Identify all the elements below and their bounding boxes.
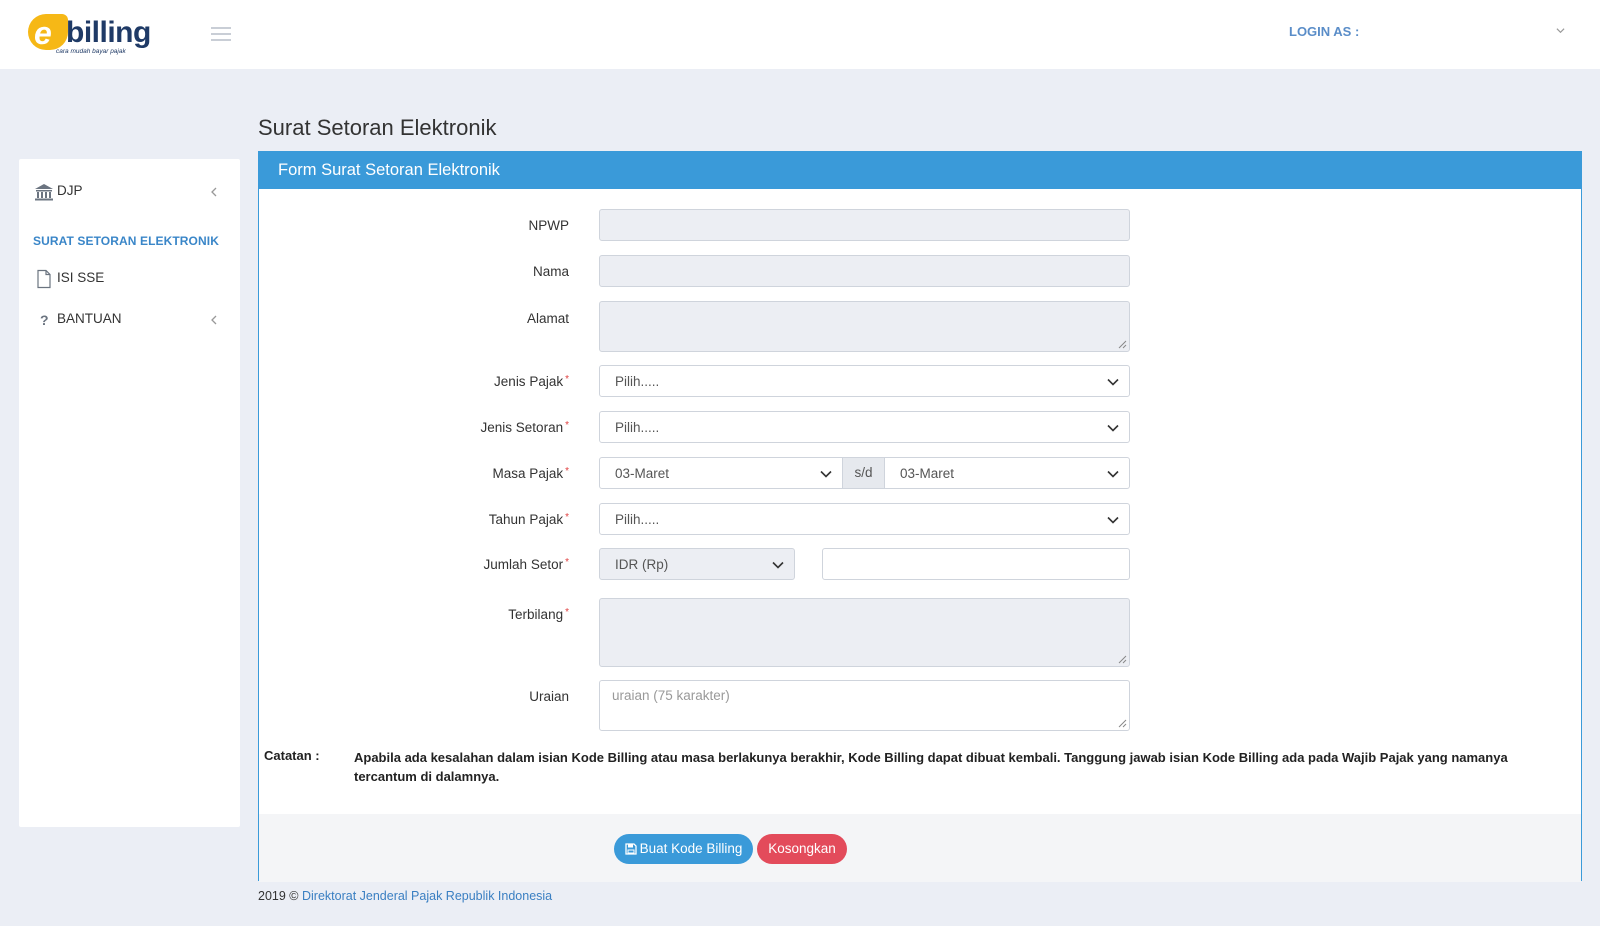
svg-text:?: ? <box>40 312 49 328</box>
jenis-pajak-label: Jenis Pajak * <box>494 374 569 389</box>
masa-pajak-to-select[interactable]: 03-Maret <box>884 457 1130 489</box>
masa-pajak-range-separator: s/d <box>842 457 885 489</box>
logo-e-mark: e <box>28 14 68 51</box>
alamat-label: Alamat <box>526 311 569 326</box>
sidebar-item-label: DJP <box>57 183 83 198</box>
nama-label: Nama <box>532 264 569 279</box>
masa-pajak-from-select[interactable]: 03-Maret <box>599 457 843 489</box>
form-actions: Buat Kode Billing Kosongkan <box>259 814 1581 882</box>
alamat-textarea[interactable] <box>599 301 1130 352</box>
sidebar-item-isi-sse[interactable]: ISI SSE <box>19 267 240 291</box>
chevron-down-icon <box>1107 378 1119 386</box>
uraian-label: Uraian <box>529 689 569 704</box>
jenis-setoran-select[interactable]: Pilih..... <box>599 411 1130 443</box>
jumlah-setor-label: Jumlah Setor * <box>483 557 569 572</box>
ebilling-logo[interactable]: e billing cara mudah bayar pajak <box>28 12 168 58</box>
resize-grip-icon[interactable] <box>1118 655 1127 664</box>
sidebar-section-title: SURAT SETORAN ELEKTRONIK <box>33 234 219 248</box>
chevron-down-icon <box>820 470 832 478</box>
npwp-field[interactable] <box>599 209 1130 241</box>
note-label: Catatan : <box>264 748 320 763</box>
footer-org-link[interactable]: Direktorat Jenderal Pajak Republik Indon… <box>302 889 552 903</box>
resize-grip-icon[interactable] <box>1118 340 1127 349</box>
terbilang-textarea[interactable] <box>599 598 1130 667</box>
login-as-label[interactable]: LOGIN AS : <box>1289 24 1359 39</box>
chevron-down-icon <box>1107 516 1119 524</box>
footer-year: 2019 © <box>258 889 299 903</box>
uraian-textarea[interactable]: uraian (75 karakter) <box>599 680 1130 731</box>
masa-pajak-label: Masa Pajak * <box>492 466 569 481</box>
file-icon <box>37 269 51 289</box>
top-navbar: e billing cara mudah bayar pajak LOGIN A… <box>0 0 1600 69</box>
jenis-pajak-select[interactable]: Pilih..... <box>599 365 1130 397</box>
chevron-down-icon <box>1107 470 1119 478</box>
sidebar-item-djp[interactable]: DJP <box>19 180 240 204</box>
resize-grip-icon[interactable] <box>1118 719 1127 728</box>
logo-wordmark: billing <box>66 16 151 49</box>
sidebar-item-label: BANTUAN <box>57 311 122 326</box>
jumlah-setor-input[interactable] <box>822 548 1130 580</box>
page-title: Surat Setoran Elektronik <box>258 115 497 140</box>
chevron-down-icon <box>772 561 784 569</box>
npwp-label: NPWP <box>528 218 570 233</box>
terbilang-label: Terbilang * <box>508 607 569 622</box>
question-icon: ? <box>40 312 49 328</box>
tahun-pajak-select[interactable]: Pilih..... <box>599 503 1130 535</box>
panel-header: Form Surat Setoran Elektronik <box>259 152 1581 189</box>
note-text: Apabila ada kesalahan dalam isian Kode B… <box>354 750 1508 784</box>
sidebar-item-label: ISI SSE <box>57 270 105 285</box>
currency-select[interactable]: IDR (Rp) <box>599 548 795 580</box>
kosongkan-button[interactable]: Kosongkan <box>757 834 847 864</box>
logo-tagline: cara mudah bayar pajak <box>56 48 126 55</box>
tahun-pajak-label: Tahun Pajak * <box>488 512 569 527</box>
chevron-left-icon <box>211 315 217 325</box>
form-panel: Form Surat Setoran Elektronik NPWP Nama … <box>258 151 1582 882</box>
save-icon <box>624 843 637 855</box>
sidebar: DJP SURAT SETORAN ELEKTRONIK ISI SSE ? B… <box>19 159 240 827</box>
jenis-setoran-label: Jenis Setoran * <box>480 420 569 435</box>
uraian-placeholder: uraian (75 karakter) <box>612 688 730 703</box>
menu-icon[interactable] <box>211 27 231 41</box>
panel-title: Form Surat Setoran Elektronik <box>278 161 500 179</box>
buat-kode-billing-button[interactable]: Buat Kode Billing <box>614 834 753 864</box>
chevron-down-icon <box>1107 424 1119 432</box>
sidebar-item-bantuan[interactable]: ? BANTUAN <box>19 308 240 332</box>
chevron-down-icon[interactable] <box>1556 26 1565 35</box>
nama-field[interactable] <box>599 255 1130 287</box>
bank-icon <box>35 184 53 201</box>
chevron-left-icon <box>211 187 217 197</box>
page-footer: 2019 © Direktorat Jenderal Pajak Republi… <box>258 889 552 903</box>
